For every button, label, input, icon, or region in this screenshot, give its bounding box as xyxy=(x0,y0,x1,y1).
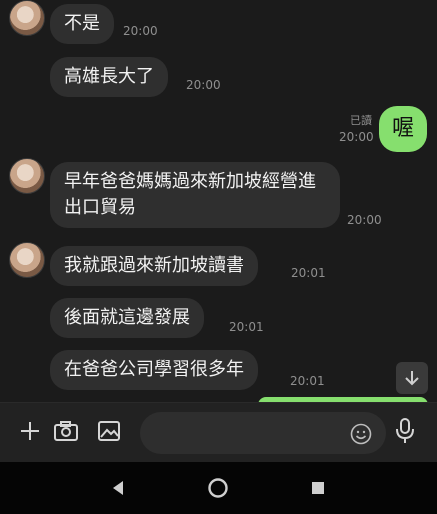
message-text: 不是 xyxy=(64,13,100,34)
plus-icon xyxy=(21,422,39,440)
system-nav-bar xyxy=(0,462,437,514)
message-time: 20:01 xyxy=(290,374,325,388)
avatar[interactable] xyxy=(9,158,45,194)
read-receipt: 已讀 xyxy=(350,114,372,127)
message-bubble[interactable]: 在爸爸公司學習很多年 xyxy=(50,350,258,390)
back-button[interactable] xyxy=(106,476,130,500)
sent-message-bubble[interactable]: 喔 xyxy=(379,106,427,152)
message-bubble[interactable]: 後面就這邊發展 xyxy=(50,298,204,338)
gallery-button[interactable] xyxy=(95,417,123,445)
message-time: 20:01 xyxy=(291,266,326,280)
arrow-down-icon xyxy=(405,371,419,386)
microphone-icon xyxy=(396,418,414,443)
message-text: 我就跟過來新加坡讀書 xyxy=(64,255,244,276)
message-text: 高雄長大了 xyxy=(64,66,154,87)
voice-button[interactable] xyxy=(394,417,416,449)
recents-button[interactable] xyxy=(306,476,330,500)
image-icon xyxy=(98,421,120,441)
camera-button[interactable] xyxy=(52,417,80,445)
scroll-to-bottom-button[interactable] xyxy=(396,362,428,394)
message-text: 早年爸爸媽媽過來新加坡經營進出口貿易 xyxy=(64,171,316,218)
message-text: 後面就這邊發展 xyxy=(64,307,190,328)
back-icon xyxy=(113,481,123,495)
avatar[interactable] xyxy=(9,242,45,278)
message-time: 20:00 xyxy=(347,213,382,227)
message-input-bar xyxy=(0,402,437,463)
emoji-button[interactable] xyxy=(350,423,372,449)
message-bubble[interactable]: 不是 xyxy=(50,4,114,44)
message-bubble[interactable]: 早年爸爸媽媽過來新加坡經營進出口貿易 xyxy=(50,162,340,228)
message-text: 喔 xyxy=(391,116,414,141)
message-time: 20:00 xyxy=(186,78,221,92)
emoji-icon xyxy=(350,423,372,445)
avatar[interactable] xyxy=(9,0,45,36)
camera-icon xyxy=(54,421,78,441)
home-button[interactable] xyxy=(206,476,230,500)
message-bubble[interactable]: 我就跟過來新加坡讀書 xyxy=(50,246,258,286)
message-time: 20:00 xyxy=(123,24,158,38)
home-icon xyxy=(208,478,228,498)
message-bubble[interactable]: 高雄長大了 xyxy=(50,57,168,97)
chat-area: 不是 20:00 高雄長大了 20:00 已讀 20:00 喔 早年爸爸媽媽過來… xyxy=(0,0,437,402)
recents-icon xyxy=(312,482,324,494)
message-time: 20:00 xyxy=(339,130,374,144)
message-time: 20:01 xyxy=(229,320,264,334)
add-button[interactable] xyxy=(16,417,44,445)
message-text: 在爸爸公司學習很多年 xyxy=(64,359,244,380)
